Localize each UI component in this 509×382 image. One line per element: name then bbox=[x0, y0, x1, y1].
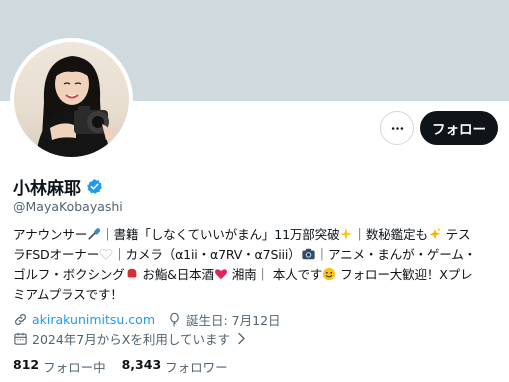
bio-line: ゴルフ・ボクシング お鮨&日本酒 湘南｜ 本人です フォロー大歓迎！Xプレ bbox=[13, 265, 501, 285]
website-item[interactable]: akirakunimitsu.com bbox=[13, 312, 155, 327]
website-link[interactable]: akirakunimitsu.com bbox=[32, 312, 155, 327]
followers-label: フォロワー bbox=[165, 360, 228, 375]
avatar[interactable] bbox=[10, 38, 133, 161]
following-link[interactable]: 812 フォロー中 bbox=[13, 357, 106, 376]
display-name: 小林麻耶 bbox=[13, 179, 81, 199]
smiley-icon bbox=[323, 267, 336, 281]
profile-meta: akirakunimitsu.com 誕生日: 7月12日 bbox=[13, 310, 281, 329]
bio-text: ラFSDオーナー bbox=[13, 247, 100, 262]
bio: アナウンサー ｜書籍「しなくていいがまん」11万部突破 ｜数秘鑑定も テス ラFSD… bbox=[13, 225, 501, 305]
joined-text: 2024年7月からXを利用しています bbox=[32, 332, 230, 347]
more-icon bbox=[391, 126, 403, 130]
camera-icon bbox=[301, 248, 315, 260]
avatar-photo bbox=[14, 42, 129, 157]
bio-text: ｜アニメ・まんが・ゲーム・ bbox=[315, 247, 477, 262]
bio-text: ｜カメラ（α1ii・α7RV・α7Siii） bbox=[113, 247, 301, 262]
followers-count: 8,343 bbox=[121, 357, 162, 372]
balloon-icon bbox=[170, 312, 179, 327]
sparkles-icon bbox=[340, 227, 353, 241]
boxing-glove-icon bbox=[127, 268, 136, 281]
bio-text: テス bbox=[441, 227, 471, 242]
birthday-text: 誕生日: 7月12日 bbox=[186, 313, 281, 328]
handle: @MayaKobayashi bbox=[13, 199, 123, 214]
bio-text: フォロー大歓迎！Xプレ bbox=[336, 267, 473, 282]
name-row: 小林麻耶 bbox=[13, 174, 103, 199]
joined-row[interactable]: 2024年7月からXを利用しています bbox=[13, 329, 249, 348]
bio-line: アナウンサー ｜書籍「しなくていいがまん」11万部突破 ｜数秘鑑定も テス bbox=[13, 225, 501, 245]
bio-text: 湘南｜ 本人です bbox=[227, 267, 323, 282]
bio-text: アナウンサー bbox=[13, 227, 88, 242]
verified-badge-icon[interactable] bbox=[86, 178, 103, 195]
follow-button[interactable]: フォロー bbox=[420, 111, 498, 145]
bio-text: ミアムプラスです！ bbox=[13, 287, 123, 302]
dizzy-icon bbox=[429, 228, 441, 240]
bio-text: お鮨&日本酒 bbox=[138, 267, 214, 282]
following-label: フォロー中 bbox=[43, 360, 106, 375]
following-count: 812 bbox=[13, 357, 40, 372]
red-heart-icon bbox=[214, 269, 227, 280]
followers-link[interactable]: 8,343 フォロワー bbox=[122, 357, 228, 376]
link-icon bbox=[15, 314, 26, 325]
more-button[interactable] bbox=[380, 111, 414, 145]
bio-text: ｜書籍「しなくていいがまん」11万部突破 bbox=[101, 227, 340, 242]
joined-item[interactable]: 2024年7月からXを利用しています bbox=[13, 329, 249, 348]
follow-counts: 812 フォロー中 8,343 フォロワー bbox=[13, 357, 228, 376]
bio-text: ゴルフ・ボクシング bbox=[13, 267, 125, 282]
chevron-right-icon bbox=[238, 332, 245, 345]
bio-text: ｜数秘鑑定も bbox=[353, 227, 428, 242]
microphone-icon bbox=[88, 228, 101, 240]
bio-line: ミアムプラスです！ bbox=[13, 285, 501, 305]
bio-line: ラFSDオーナー ｜カメラ（α1ii・α7RV・α7Siii） ｜アニメ・まんが・ゲ… bbox=[13, 245, 501, 265]
calendar-icon bbox=[14, 332, 27, 345]
white-heart-icon bbox=[99, 248, 113, 260]
birthday-item: 誕生日: 7月12日 bbox=[167, 310, 281, 329]
